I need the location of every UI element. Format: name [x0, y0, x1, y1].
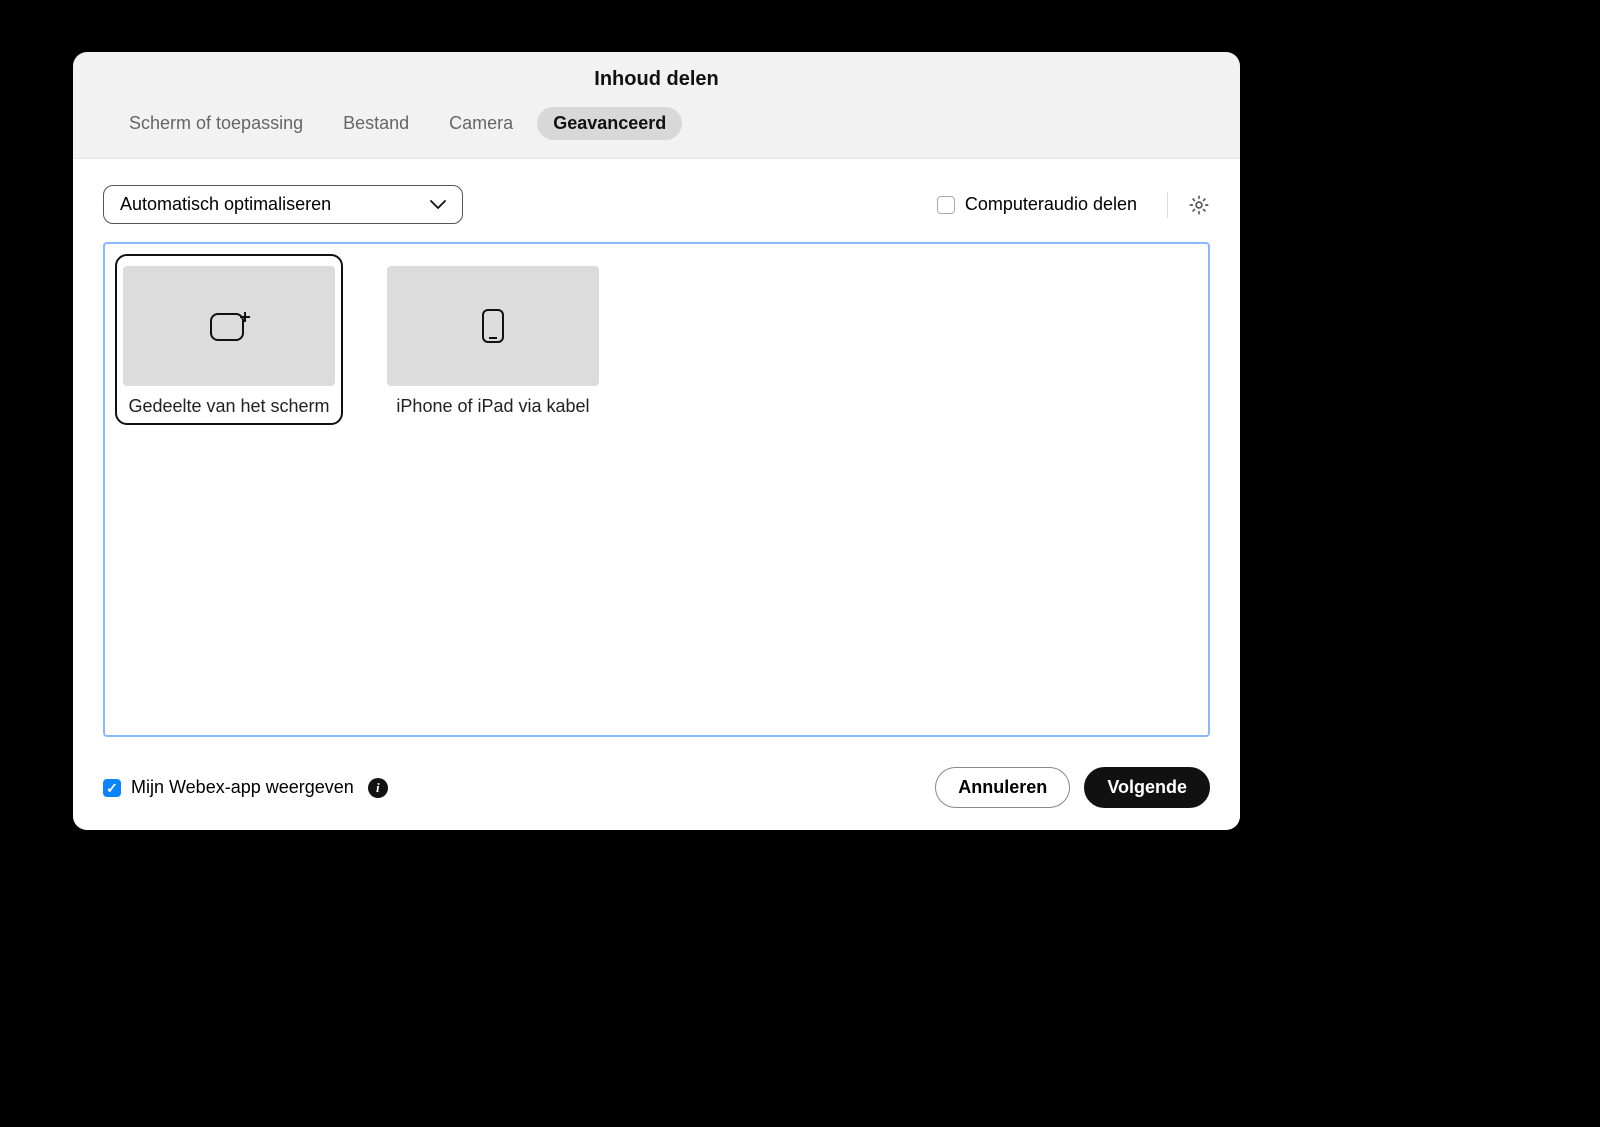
dialog-body: Automatisch optimaliseren Computeraudio … [73, 158, 1240, 753]
gear-icon[interactable] [1188, 194, 1210, 216]
tab-file[interactable]: Bestand [327, 107, 425, 140]
option-thumbnail [387, 266, 599, 386]
dialog-footer: Mijn Webex-app weergeven i Annuleren Vol… [73, 753, 1240, 830]
tab-camera[interactable]: Camera [433, 107, 529, 140]
tabs: Scherm of toepassing Bestand Camera Geav… [73, 97, 1240, 158]
checkbox-icon [937, 196, 955, 214]
option-thumbnail [123, 266, 335, 386]
share-options-area: Gedeelte van het scherm iPhone of iPad v… [103, 242, 1210, 737]
cancel-button[interactable]: Annuleren [935, 767, 1070, 808]
divider [1167, 192, 1168, 218]
share-computer-audio-checkbox[interactable]: Computeraudio delen [937, 194, 1137, 215]
option-label: iPhone of iPad via kabel [396, 396, 589, 417]
optimize-dropdown[interactable]: Automatisch optimaliseren [103, 185, 463, 224]
next-button[interactable]: Volgende [1084, 767, 1210, 808]
chevron-down-icon [430, 200, 446, 210]
tab-advanced[interactable]: Geavanceerd [537, 107, 682, 140]
toolbar: Automatisch optimaliseren Computeraudio … [103, 185, 1210, 224]
option-label: Gedeelte van het scherm [128, 396, 329, 417]
share-content-dialog: Inhoud delen Scherm of toepassing Bestan… [73, 52, 1240, 830]
share-computer-audio-label: Computeraudio delen [965, 194, 1137, 215]
info-icon[interactable]: i [368, 778, 388, 798]
option-iphone-ipad-cable[interactable]: iPhone of iPad via kabel [379, 254, 607, 425]
show-webex-app-checkbox[interactable]: Mijn Webex-app weergeven [103, 777, 354, 798]
tab-screen-or-application[interactable]: Scherm of toepassing [113, 107, 319, 140]
option-partial-screen[interactable]: Gedeelte van het scherm [115, 254, 343, 425]
device-icon [469, 306, 517, 346]
dialog-title: Inhoud delen [73, 52, 1240, 97]
show-webex-app-label: Mijn Webex-app weergeven [131, 777, 354, 798]
checkbox-icon [103, 779, 121, 797]
optimize-dropdown-label: Automatisch optimaliseren [120, 194, 331, 215]
share-region-icon [205, 306, 253, 346]
